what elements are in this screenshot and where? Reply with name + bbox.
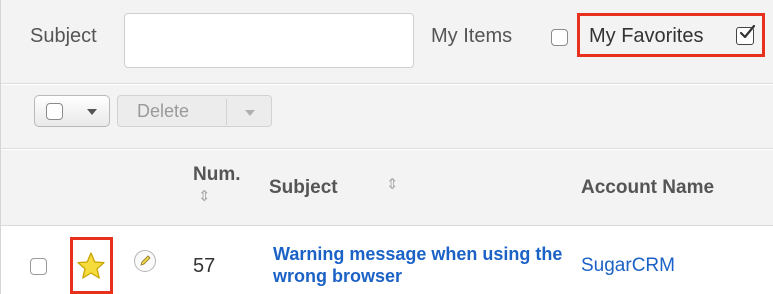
my-favorites-checkbox[interactable] bbox=[736, 24, 756, 45]
column-header-num[interactable]: Num. bbox=[193, 164, 241, 186]
row-num: 57 bbox=[193, 255, 216, 277]
column-header-account-name[interactable]: Account Name bbox=[581, 177, 714, 199]
checkmark-icon bbox=[739, 24, 756, 39]
star-icon[interactable] bbox=[76, 251, 106, 286]
list-view: Subject My Items My Favorites Delete Num… bbox=[0, 0, 773, 294]
subject-filter-input[interactable] bbox=[124, 13, 414, 68]
subject-filter-label: Subject bbox=[30, 25, 97, 47]
delete-button[interactable]: Delete bbox=[117, 95, 272, 127]
delete-button-label: Delete bbox=[137, 101, 190, 121]
sort-icon[interactable]: ⇕ bbox=[386, 177, 399, 192]
select-all-checkbox[interactable] bbox=[46, 103, 63, 120]
my-favorites-label: My Favorites bbox=[589, 25, 704, 47]
pencil-icon[interactable] bbox=[134, 250, 156, 272]
mass-select-dropdown[interactable] bbox=[34, 95, 110, 127]
my-items-label: My Items bbox=[431, 25, 513, 47]
sort-icon[interactable]: ⇕ bbox=[198, 189, 211, 204]
row-subject-link[interactable]: Warning message when using the wrong bro… bbox=[273, 243, 573, 287]
column-header-subject[interactable]: Subject bbox=[269, 177, 338, 199]
row-account-link[interactable]: SugarCRM bbox=[581, 255, 675, 277]
chevron-down-icon bbox=[87, 109, 97, 115]
row-checkbox[interactable] bbox=[30, 258, 47, 275]
my-items-checkbox[interactable] bbox=[551, 29, 568, 46]
divider bbox=[226, 99, 227, 125]
chevron-down-icon[interactable] bbox=[245, 110, 255, 116]
